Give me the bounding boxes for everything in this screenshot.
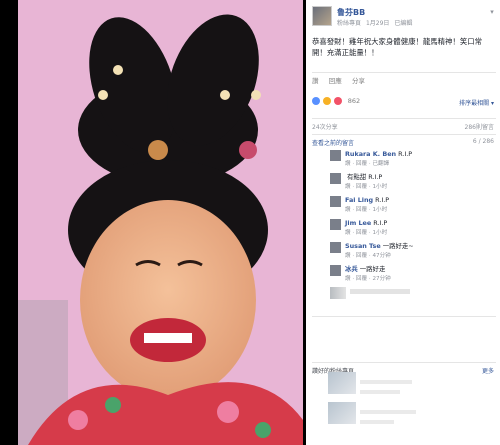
post-actions: 讚 回應 分享 [312, 72, 496, 85]
blurred-text [360, 420, 394, 424]
blurred-text [360, 380, 412, 384]
comment-meta[interactable]: 讚 · 回覆 · 已翻譯 [345, 159, 389, 167]
comment-body: R.I.P [375, 196, 390, 204]
blurred-text [360, 390, 400, 394]
comment-item: 有點甜 R.I.P 讚 · 回覆 · 1小时 [312, 173, 496, 195]
comment-meta[interactable]: 讚 · 回覆 · 1小时 [345, 182, 387, 190]
blurred-text [360, 410, 416, 414]
avatar [330, 287, 346, 299]
prev-comments-link[interactable]: 查看之前的留言 [312, 140, 354, 147]
chevron-down-icon[interactable]: ▾ [488, 8, 496, 16]
meta-date[interactable]: 1月29日 [366, 20, 389, 27]
blurred-comment [312, 285, 496, 307]
comment-item: Jim Lee R.I.P 讚 · 回覆 · 1小时 [312, 219, 496, 241]
photo-illustration [18, 0, 303, 445]
comment-meta[interactable]: 讚 · 回覆 · 1小时 [345, 205, 387, 213]
avatar[interactable] [330, 265, 341, 276]
avatar[interactable] [330, 196, 341, 207]
comment-body: 有點甜 R.I.P [347, 173, 383, 181]
comment-author[interactable]: 冰兵 [345, 265, 358, 273]
like-reaction-icon [312, 97, 320, 105]
comment-item: 冰兵 一路好走 讚 · 回覆 · 27分钟 [312, 265, 496, 287]
like-button[interactable]: 讚 [312, 77, 319, 85]
post-panel: 鲁芬BB 粉絲專頁 1月29日 已編輯 ▾ 恭喜發財！雞年祝大家身體健康！龍馬精… [306, 0, 500, 445]
comment-item: Susan Tse 一路好走~ 讚 · 回覆 · 47分钟 [312, 242, 496, 264]
shares-label[interactable]: 24次分享 [312, 124, 338, 131]
comment-author[interactable]: Jim Lee [345, 219, 371, 227]
author-avatar[interactable] [312, 6, 332, 26]
comments-total[interactable]: 286則留言 [465, 122, 494, 131]
meta-edited[interactable]: 已編輯 [394, 20, 412, 27]
comment-meta[interactable]: 讚 · 回覆 · 1小时 [345, 228, 387, 236]
haha-reaction-icon [323, 97, 332, 105]
author-name[interactable]: 鲁芬BB [337, 7, 365, 18]
post-photo-area [0, 0, 306, 445]
post-text: 恭喜發財！雞年祝大家身體健康！龍馬精神！笑口常開！充滿正能量！！ [312, 37, 482, 57]
sort-dropdown[interactable]: 排序最相關 ▾ [459, 98, 494, 107]
comment-item: Rukara K. Ben R.I.P 讚 · 回覆 · 已翻譯 [312, 150, 496, 172]
comment-author[interactable]: Susan Tse [345, 242, 381, 250]
comment-item: Fai Ling R.I.P 讚 · 回覆 · 1小时 [312, 196, 496, 218]
post-header: 鲁芬BB 粉絲專頁 1月29日 已編輯 ▾ [312, 6, 498, 32]
comment-body: 一路好走~ [382, 242, 414, 250]
comment-meta[interactable]: 讚 · 回覆 · 27分钟 [345, 274, 391, 282]
comment-author[interactable]: Rukara K. Ben [345, 150, 396, 158]
prev-comments-row: 查看之前的留言 6 / 286 [312, 134, 496, 147]
avatar[interactable] [330, 173, 341, 184]
related-page-thumbnail[interactable] [328, 402, 356, 424]
reaction-count: 862 [347, 97, 361, 105]
avatar[interactable] [330, 242, 341, 253]
meta-type[interactable]: 粉絲專頁 [337, 20, 361, 27]
comment-body: 一路好走 [359, 265, 386, 273]
avatar[interactable] [330, 219, 341, 230]
post-meta: 粉絲專頁 1月29日 已編輯 [337, 18, 415, 27]
love-reaction-icon [334, 97, 343, 105]
related-page-thumbnail[interactable] [328, 372, 356, 394]
avatar[interactable] [330, 150, 341, 161]
reactions-summary[interactable]: 862 排序最相關 ▾ [312, 97, 496, 109]
comment-author[interactable]: Fai Ling [345, 196, 373, 204]
prev-comments-count: 6 / 286 [472, 138, 494, 145]
related-pages-more-link[interactable]: 更多 [482, 366, 494, 375]
share-button[interactable]: 分享 [352, 77, 365, 85]
comment-body: R.I.P [373, 219, 388, 227]
comment-input[interactable] [312, 316, 496, 326]
comment-body: R.I.P [398, 150, 413, 158]
blurred-text [350, 289, 410, 294]
comment-meta[interactable]: 讚 · 回覆 · 47分钟 [345, 251, 391, 259]
comment-button[interactable]: 回應 [329, 77, 342, 85]
shares-row: 24次分享 286則留言 [312, 118, 496, 131]
post-photo[interactable] [18, 0, 303, 445]
